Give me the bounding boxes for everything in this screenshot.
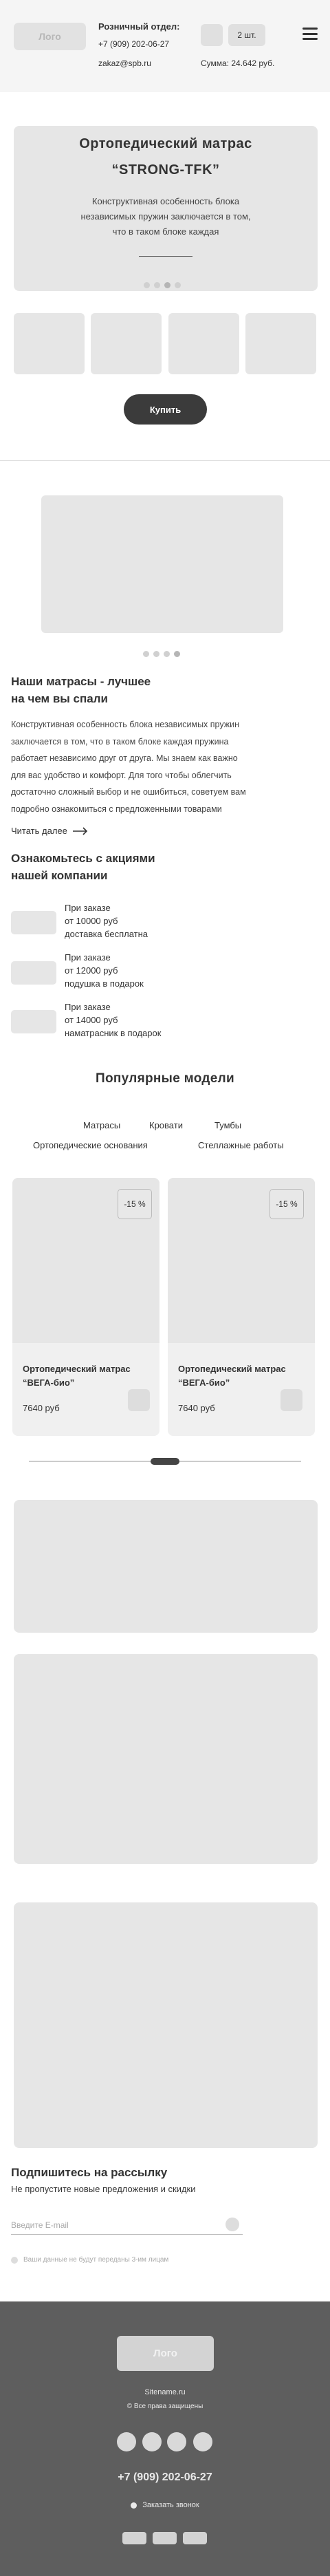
product-title[interactable]: Ортопедический матрас “ВЕГА-био” [23, 1362, 131, 1390]
callback-label: Заказать звонок [142, 2501, 199, 2509]
email-field[interactable] [11, 2215, 243, 2235]
payment-icon [183, 2532, 207, 2544]
product-price: 7640 руб [23, 1403, 60, 1413]
hero-divider [139, 256, 192, 257]
promo-item: При заказе от 14000 руб наматрасник в по… [65, 1002, 162, 1038]
about-title-line1: Наши матрасы - лучшее [11, 675, 151, 688]
social-icon[interactable] [117, 2432, 136, 2451]
header-phone[interactable]: +7 (909) 202-06-27 [98, 39, 169, 49]
footer-site-name[interactable]: Sitename.ru [0, 2388, 330, 2396]
cart-sum: Сумма: 24.642 руб. [201, 58, 275, 68]
popular-title: Популярные модели [95, 1071, 234, 1086]
footer-phone[interactable]: +7 (909) 202-06-27 [0, 2471, 330, 2484]
header-email[interactable]: zakaz@spb.ru [98, 58, 151, 68]
product-title[interactable]: Ортопедический матрас “ВЕГА-био” [178, 1362, 286, 1390]
content-block [14, 1902, 318, 2148]
newsletter-title: Подпишитесь на рассылку [11, 2166, 168, 2179]
gallery-image[interactable] [41, 495, 283, 633]
category-tab-nightstands[interactable]: Тумбы [214, 1120, 241, 1130]
consent-note: Ваши данные не будут переданы 3-им лицам [11, 2256, 168, 2264]
slider-dot[interactable] [154, 282, 160, 288]
hero-title-line2: “STRONG-TFK” [111, 162, 220, 178]
add-to-cart-icon[interactable] [128, 1389, 150, 1411]
content-block [14, 1654, 318, 1864]
product-thumbnail[interactable] [91, 313, 162, 374]
promo-item: При заказе от 12000 руб подушка в подаро… [65, 952, 144, 989]
promos-title-line2: нашей компании [11, 869, 108, 882]
consent-checkbox[interactable] [11, 2256, 18, 2264]
slider-dot[interactable] [144, 282, 150, 288]
content-block [14, 1500, 318, 1633]
product-price: 7640 руб [178, 1403, 215, 1413]
hero-pagination [144, 282, 181, 288]
category-tab-shelving[interactable]: Стеллажные работы [198, 1140, 284, 1150]
consent-text: Ваши данные не будут переданы 3-им лицам [23, 2256, 169, 2264]
product-card[interactable]: -15 % Ортопедический матрас “ВЕГА-био” 7… [12, 1178, 160, 1436]
add-to-cart-icon[interactable] [280, 1389, 302, 1411]
menu-icon[interactable] [302, 28, 318, 40]
gallery-pagination [143, 651, 180, 657]
logo[interactable]: Лого [14, 23, 86, 50]
category-tab-orthopedic-bases[interactable]: Ортопедические основания [33, 1140, 148, 1150]
slider-dot[interactable] [175, 282, 181, 288]
product-thumbnail[interactable] [245, 313, 316, 374]
about-paragraph: Конструктивная особенность блока независ… [11, 720, 246, 814]
slider-dot-active[interactable] [174, 651, 180, 657]
social-icon[interactable] [142, 2432, 162, 2451]
discount-badge: -15 % [270, 1189, 304, 1219]
promo-image [11, 911, 56, 934]
social-icon[interactable] [167, 2432, 186, 2451]
favorites-icon[interactable] [201, 24, 223, 46]
subscribe-button[interactable] [226, 2218, 239, 2231]
hero-slider[interactable]: Ортопедический матрас “STRONG-TFK” Конст… [14, 126, 318, 291]
buy-button[interactable]: Купить [124, 394, 207, 425]
hero-desc-line2: независимых пружин заключается в том, [80, 211, 251, 222]
category-tab-beds[interactable]: Кровати [149, 1120, 183, 1130]
promos-title-line1: Ознакомьтесь с акциями [11, 852, 155, 865]
carousel-scroll-thumb[interactable] [151, 1458, 179, 1465]
payment-icon [122, 2532, 146, 2544]
product-card[interactable]: -15 % Ортопедический матрас “ВЕГА-био” 7… [168, 1178, 315, 1436]
phone-icon [131, 2502, 138, 2509]
hero-desc-line1: Конструктивная особенность блока [91, 196, 240, 206]
category-tab-mattresses[interactable]: Матрасы [83, 1120, 120, 1130]
product-thumbnail[interactable] [14, 313, 85, 374]
promo-image [11, 1010, 56, 1033]
discount-badge: -15 % [118, 1189, 152, 1219]
arrow-right-icon [72, 826, 88, 835]
read-more-link[interactable]: Читать далее [11, 826, 88, 836]
retail-label: Розничный отдел: [98, 21, 180, 32]
promo-item: При заказе от 10000 руб доставка бесплат… [65, 903, 148, 939]
hero-desc-line3: что в таком блоке каждая [112, 226, 219, 237]
payment-icon [153, 2532, 177, 2544]
about-title-line2: на чем вы спали [11, 692, 108, 705]
slider-dot[interactable] [164, 651, 170, 657]
footer-rights: © Все права защищены [126, 2403, 204, 2410]
footer-logo[interactable]: Лого [117, 2336, 214, 2371]
slider-dot-active[interactable] [164, 282, 170, 288]
promo-image [11, 961, 56, 985]
callback-link[interactable]: Заказать звонок [0, 2501, 330, 2509]
divider [0, 460, 330, 461]
cart-quantity[interactable]: 2 шт. [228, 24, 265, 46]
slider-dot[interactable] [143, 651, 149, 657]
product-thumbnail[interactable] [168, 313, 239, 374]
newsletter-subtitle: Не пропустите новые предложения и скидки [11, 2184, 196, 2194]
slider-dot[interactable] [153, 651, 160, 657]
read-more-label: Читать далее [11, 826, 67, 836]
hero-title-line1: Ортопедический матрас [79, 136, 252, 151]
social-icon[interactable] [193, 2432, 212, 2451]
